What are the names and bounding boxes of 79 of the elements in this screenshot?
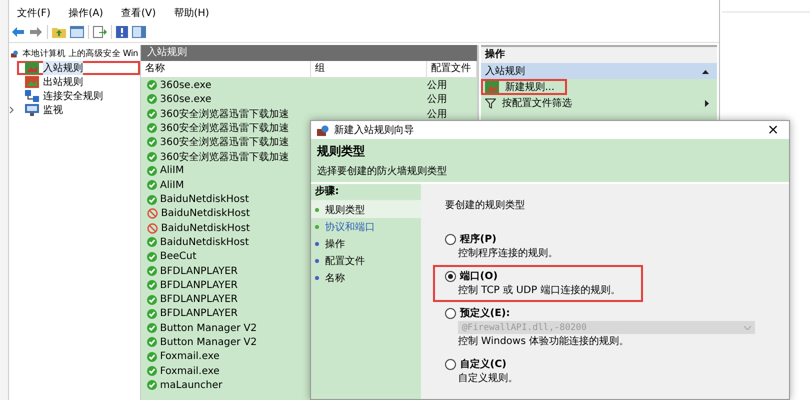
tree-item[interactable]: 出站规则 (43, 75, 83, 89)
rule-name[interactable]: BFDLANPLAYER (160, 294, 238, 306)
actions-header: 操作 (481, 45, 717, 63)
menu-item[interactable]: 查看(V) (119, 6, 158, 22)
radio-button[interactable] (445, 270, 456, 282)
dropdown-caret-icon (744, 326, 751, 330)
tree-item[interactable]: 本地计算机 上的高级安全 Win (22, 48, 138, 60)
forward-icon[interactable] (29, 26, 43, 38)
wizard-step[interactable]: 配置文件 (325, 254, 365, 268)
close-button[interactable]: × (763, 122, 783, 138)
rule-name[interactable]: BFDLANPLAYER (160, 266, 238, 276)
option-label[interactable]: 预定义(E): (460, 306, 510, 320)
rule-name[interactable]: BaiduNetdiskHost (161, 208, 250, 220)
wizard-step[interactable]: 名称 (325, 270, 345, 284)
rule-name[interactable]: AliIM (160, 180, 184, 191)
profile-cell-text: 公用 (427, 108, 448, 121)
page-heading: 规则类型 (317, 143, 366, 160)
tree-item[interactable]: 入站规则 (43, 61, 83, 75)
pane-header: 入站规则 (141, 45, 477, 61)
rule-name[interactable]: Foxmail.exe (160, 351, 220, 362)
collapse-icon[interactable] (702, 68, 709, 74)
wizard-icon (317, 124, 329, 136)
wizard-step[interactable]: 协议和端口 (325, 220, 375, 234)
tree-item[interactable]: 连接安全规则 (43, 89, 103, 103)
rule-name[interactable]: 360安全浏览器迅雷下载加速 (160, 121, 290, 136)
option-label[interactable]: 程序(P) (460, 232, 496, 246)
radio-button[interactable] (445, 358, 456, 370)
page-subheading: 选择要创建的防火墙规则类型 (317, 164, 448, 178)
profile-cell-text: 公用 (427, 93, 448, 106)
rule-name[interactable]: BaiduNetdiskHost (161, 222, 250, 234)
actions-section[interactable]: 入站规则 (481, 63, 717, 79)
menu-item[interactable]: 文件(F) (15, 6, 53, 22)
column-header[interactable]: 组 (311, 61, 427, 77)
option-description: 控制 Windows 体验功能连接的规则。 (457, 334, 630, 348)
connection-security-icon (25, 90, 39, 102)
rule-name[interactable]: Button Manager V2 (160, 322, 257, 334)
radio-button[interactable] (445, 234, 456, 244)
rule-name[interactable]: maLauncher (160, 380, 222, 391)
option-description: 自定义规则。 (457, 372, 519, 385)
profile-cell-text: 公用 (427, 79, 448, 92)
rule-name[interactable]: 360se.exe (160, 94, 212, 105)
rule-name[interactable]: BFDLANPLAYER (160, 308, 238, 320)
help-icon[interactable] (116, 26, 128, 38)
menu-item[interactable]: 帮助(H) (172, 6, 212, 22)
rule-name[interactable]: AliIM (160, 165, 184, 176)
rule-name[interactable]: BaiduNetdiskHost (160, 194, 249, 206)
column-header[interactable]: 配置文件 (427, 61, 477, 77)
monitor-icon (25, 104, 39, 116)
dialog-title: 新建入站规则向导 (334, 124, 414, 137)
back-icon[interactable] (11, 26, 25, 38)
menu-item[interactable]: 操作(A) (66, 6, 106, 22)
filter-icon (485, 98, 496, 108)
option-description: 控制程序连接的规则。 (457, 246, 559, 260)
rule-name[interactable]: 360安全浏览器迅雷下载加速 (160, 106, 290, 121)
option-label[interactable]: 自定义(C) (460, 357, 506, 371)
rule-name[interactable]: Button Manager V2 (160, 336, 257, 348)
option-description: 控制 TCP 或 UDP 端口连接的规则。 (457, 284, 622, 297)
firewall-icon (11, 48, 18, 60)
folder-up-icon[interactable] (52, 26, 66, 38)
panel-icon[interactable] (70, 26, 84, 38)
action-item[interactable]: 按配置文件筛选 (502, 96, 572, 110)
rule-name[interactable]: BeeCut (160, 251, 196, 262)
wizard-step[interactable]: 操作 (325, 236, 345, 250)
rule-name[interactable]: 360安全浏览器迅雷下载加速 (160, 150, 290, 164)
column-header[interactable]: 名称 (141, 61, 311, 77)
rule-name[interactable]: Foxmail.exe (160, 366, 220, 377)
radio-button[interactable] (445, 308, 456, 318)
tree-item[interactable]: 监视 (43, 103, 63, 117)
panel-icon[interactable] (132, 26, 146, 38)
rule-name[interactable]: BFDLANPLAYER (160, 280, 238, 291)
export-icon[interactable] (93, 26, 107, 38)
expand-chevron-icon[interactable] (9, 106, 14, 114)
rule-name[interactable]: 360安全浏览器迅雷下载加速 (160, 135, 290, 150)
option-label[interactable]: 端口(O) (460, 269, 498, 283)
rule-name[interactable]: 360se.exe (160, 80, 212, 91)
prompt-text: 要创建的规则类型 (445, 198, 526, 212)
inbound-rules-icon (25, 62, 39, 74)
rule-name[interactable]: BaiduNetdiskHost (160, 236, 249, 248)
outbound-rules-icon (25, 76, 39, 88)
